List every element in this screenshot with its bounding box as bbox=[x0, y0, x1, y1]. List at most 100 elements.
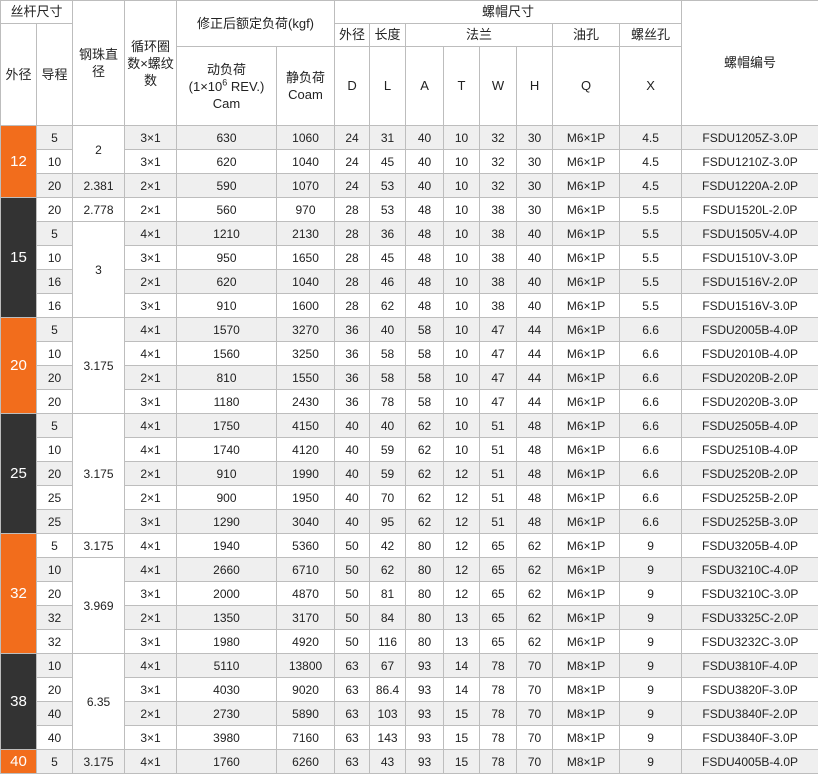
length-cell: 46 bbox=[370, 270, 406, 294]
length-cell: 40 bbox=[370, 318, 406, 342]
static-load-cell: 5890 bbox=[277, 702, 335, 726]
ball-diameter-cell: 3.175 bbox=[73, 534, 125, 558]
outer-dia-cell: 28 bbox=[335, 222, 370, 246]
flange-t-cell: 10 bbox=[444, 174, 480, 198]
length-cell: 62 bbox=[370, 294, 406, 318]
dynamic-load-cell: 1940 bbox=[177, 534, 277, 558]
screw-diameter-group: 15 bbox=[1, 198, 37, 318]
flange-t-cell: 10 bbox=[444, 294, 480, 318]
flange-a-cell: 93 bbox=[406, 726, 444, 750]
header-col-w: W bbox=[480, 47, 517, 126]
flange-a-cell: 80 bbox=[406, 582, 444, 606]
lead-cell: 25 bbox=[37, 510, 73, 534]
header-col-a: A bbox=[406, 47, 444, 126]
flange-h-cell: 30 bbox=[517, 150, 553, 174]
header-length: 长度 bbox=[370, 24, 406, 47]
static-load-cell: 3040 bbox=[277, 510, 335, 534]
flange-h-cell: 44 bbox=[517, 342, 553, 366]
nut-code-cell: FSDU1205Z-3.0P bbox=[682, 126, 818, 150]
lead-cell: 10 bbox=[37, 558, 73, 582]
dynamic-load-cell: 1560 bbox=[177, 342, 277, 366]
outer-dia-cell: 50 bbox=[335, 534, 370, 558]
header-lead: 导程 bbox=[37, 24, 73, 126]
screw-hole-cell: 9 bbox=[620, 558, 682, 582]
table-row: 38106.354×1511013800636793147870M8×1P9FS… bbox=[1, 654, 818, 678]
flange-h-cell: 48 bbox=[517, 462, 553, 486]
flange-t-cell: 10 bbox=[444, 414, 480, 438]
header-col-t: T bbox=[444, 47, 480, 126]
table-row: 15202.7782×1560970285348103830M6×1P5.5FS… bbox=[1, 198, 818, 222]
flange-t-cell: 12 bbox=[444, 582, 480, 606]
oil-hole-cell: M6×1P bbox=[553, 342, 620, 366]
table-row: 534×112102130283648103840M6×1P5.5FSDU150… bbox=[1, 222, 818, 246]
circuits-cell: 3×1 bbox=[125, 582, 177, 606]
nut-code-cell: FSDU1516V-2.0P bbox=[682, 270, 818, 294]
nut-code-cell: FSDU3232C-3.0P bbox=[682, 630, 818, 654]
flange-w-cell: 38 bbox=[480, 294, 517, 318]
dynamic-load-label: 动负荷 bbox=[207, 62, 246, 77]
lead-cell: 16 bbox=[37, 270, 73, 294]
screw-hole-cell: 6.6 bbox=[620, 510, 682, 534]
flange-h-cell: 30 bbox=[517, 174, 553, 198]
flange-w-cell: 32 bbox=[480, 126, 517, 150]
lead-cell: 25 bbox=[37, 486, 73, 510]
outer-dia-cell: 40 bbox=[335, 414, 370, 438]
static-load-cell: 1600 bbox=[277, 294, 335, 318]
static-load-cell: 970 bbox=[277, 198, 335, 222]
length-cell: 31 bbox=[370, 126, 406, 150]
flange-h-cell: 30 bbox=[517, 198, 553, 222]
table-row: 103.9694×126606710506280126562M6×1P9FSDU… bbox=[1, 558, 818, 582]
flange-a-cell: 48 bbox=[406, 270, 444, 294]
flange-w-cell: 47 bbox=[480, 390, 517, 414]
lead-cell: 5 bbox=[37, 222, 73, 246]
lead-cell: 5 bbox=[37, 318, 73, 342]
outer-dia-cell: 24 bbox=[335, 174, 370, 198]
outer-dia-cell: 28 bbox=[335, 294, 370, 318]
dynamic-load-symbol: Cam bbox=[213, 96, 240, 111]
screw-diameter-group: 25 bbox=[1, 414, 37, 534]
screw-hole-cell: 9 bbox=[620, 582, 682, 606]
screw-hole-cell: 4.5 bbox=[620, 126, 682, 150]
circuits-cell: 3×1 bbox=[125, 246, 177, 270]
nut-code-cell: FSDU2525B-3.0P bbox=[682, 510, 818, 534]
header-oil-hole: 油孔 bbox=[553, 24, 620, 47]
header-nut-size: 螺帽尺寸 bbox=[335, 1, 682, 24]
nut-code-cell: FSDU2020B-3.0P bbox=[682, 390, 818, 414]
outer-dia-cell: 28 bbox=[335, 270, 370, 294]
oil-hole-cell: M6×1P bbox=[553, 438, 620, 462]
header-dynamic-load: 动负荷 (1×106 REV.) Cam bbox=[177, 47, 277, 126]
length-cell: 95 bbox=[370, 510, 406, 534]
dynamic-load-cell: 2660 bbox=[177, 558, 277, 582]
outer-dia-cell: 36 bbox=[335, 342, 370, 366]
circuits-cell: 2×1 bbox=[125, 486, 177, 510]
oil-hole-cell: M6×1P bbox=[553, 414, 620, 438]
flange-a-cell: 62 bbox=[406, 462, 444, 486]
flange-a-cell: 80 bbox=[406, 606, 444, 630]
lead-cell: 20 bbox=[37, 462, 73, 486]
lead-cell: 16 bbox=[37, 294, 73, 318]
ball-diameter-cell: 6.35 bbox=[73, 654, 125, 750]
flange-t-cell: 10 bbox=[444, 390, 480, 414]
flange-a-cell: 40 bbox=[406, 174, 444, 198]
screw-hole-cell: 4.5 bbox=[620, 150, 682, 174]
flange-t-cell: 15 bbox=[444, 702, 480, 726]
nut-code-cell: FSDU2010B-4.0P bbox=[682, 342, 818, 366]
header-static-load: 静负荷 Coam bbox=[277, 47, 335, 126]
header-col-h: H bbox=[517, 47, 553, 126]
flange-w-cell: 78 bbox=[480, 654, 517, 678]
oil-hole-cell: M6×1P bbox=[553, 126, 620, 150]
screw-hole-cell: 5.5 bbox=[620, 198, 682, 222]
screw-diameter-group: 40 bbox=[1, 750, 37, 774]
lead-cell: 20 bbox=[37, 198, 73, 222]
static-load-cell: 2130 bbox=[277, 222, 335, 246]
static-load-cell: 4120 bbox=[277, 438, 335, 462]
flange-w-cell: 51 bbox=[480, 462, 517, 486]
flange-h-cell: 70 bbox=[517, 702, 553, 726]
flange-w-cell: 65 bbox=[480, 630, 517, 654]
length-cell: 67 bbox=[370, 654, 406, 678]
static-load-cell: 1950 bbox=[277, 486, 335, 510]
flange-h-cell: 62 bbox=[517, 558, 553, 582]
static-load-cell: 1650 bbox=[277, 246, 335, 270]
nut-code-cell: FSDU2525B-2.0P bbox=[682, 486, 818, 510]
length-cell: 143 bbox=[370, 726, 406, 750]
